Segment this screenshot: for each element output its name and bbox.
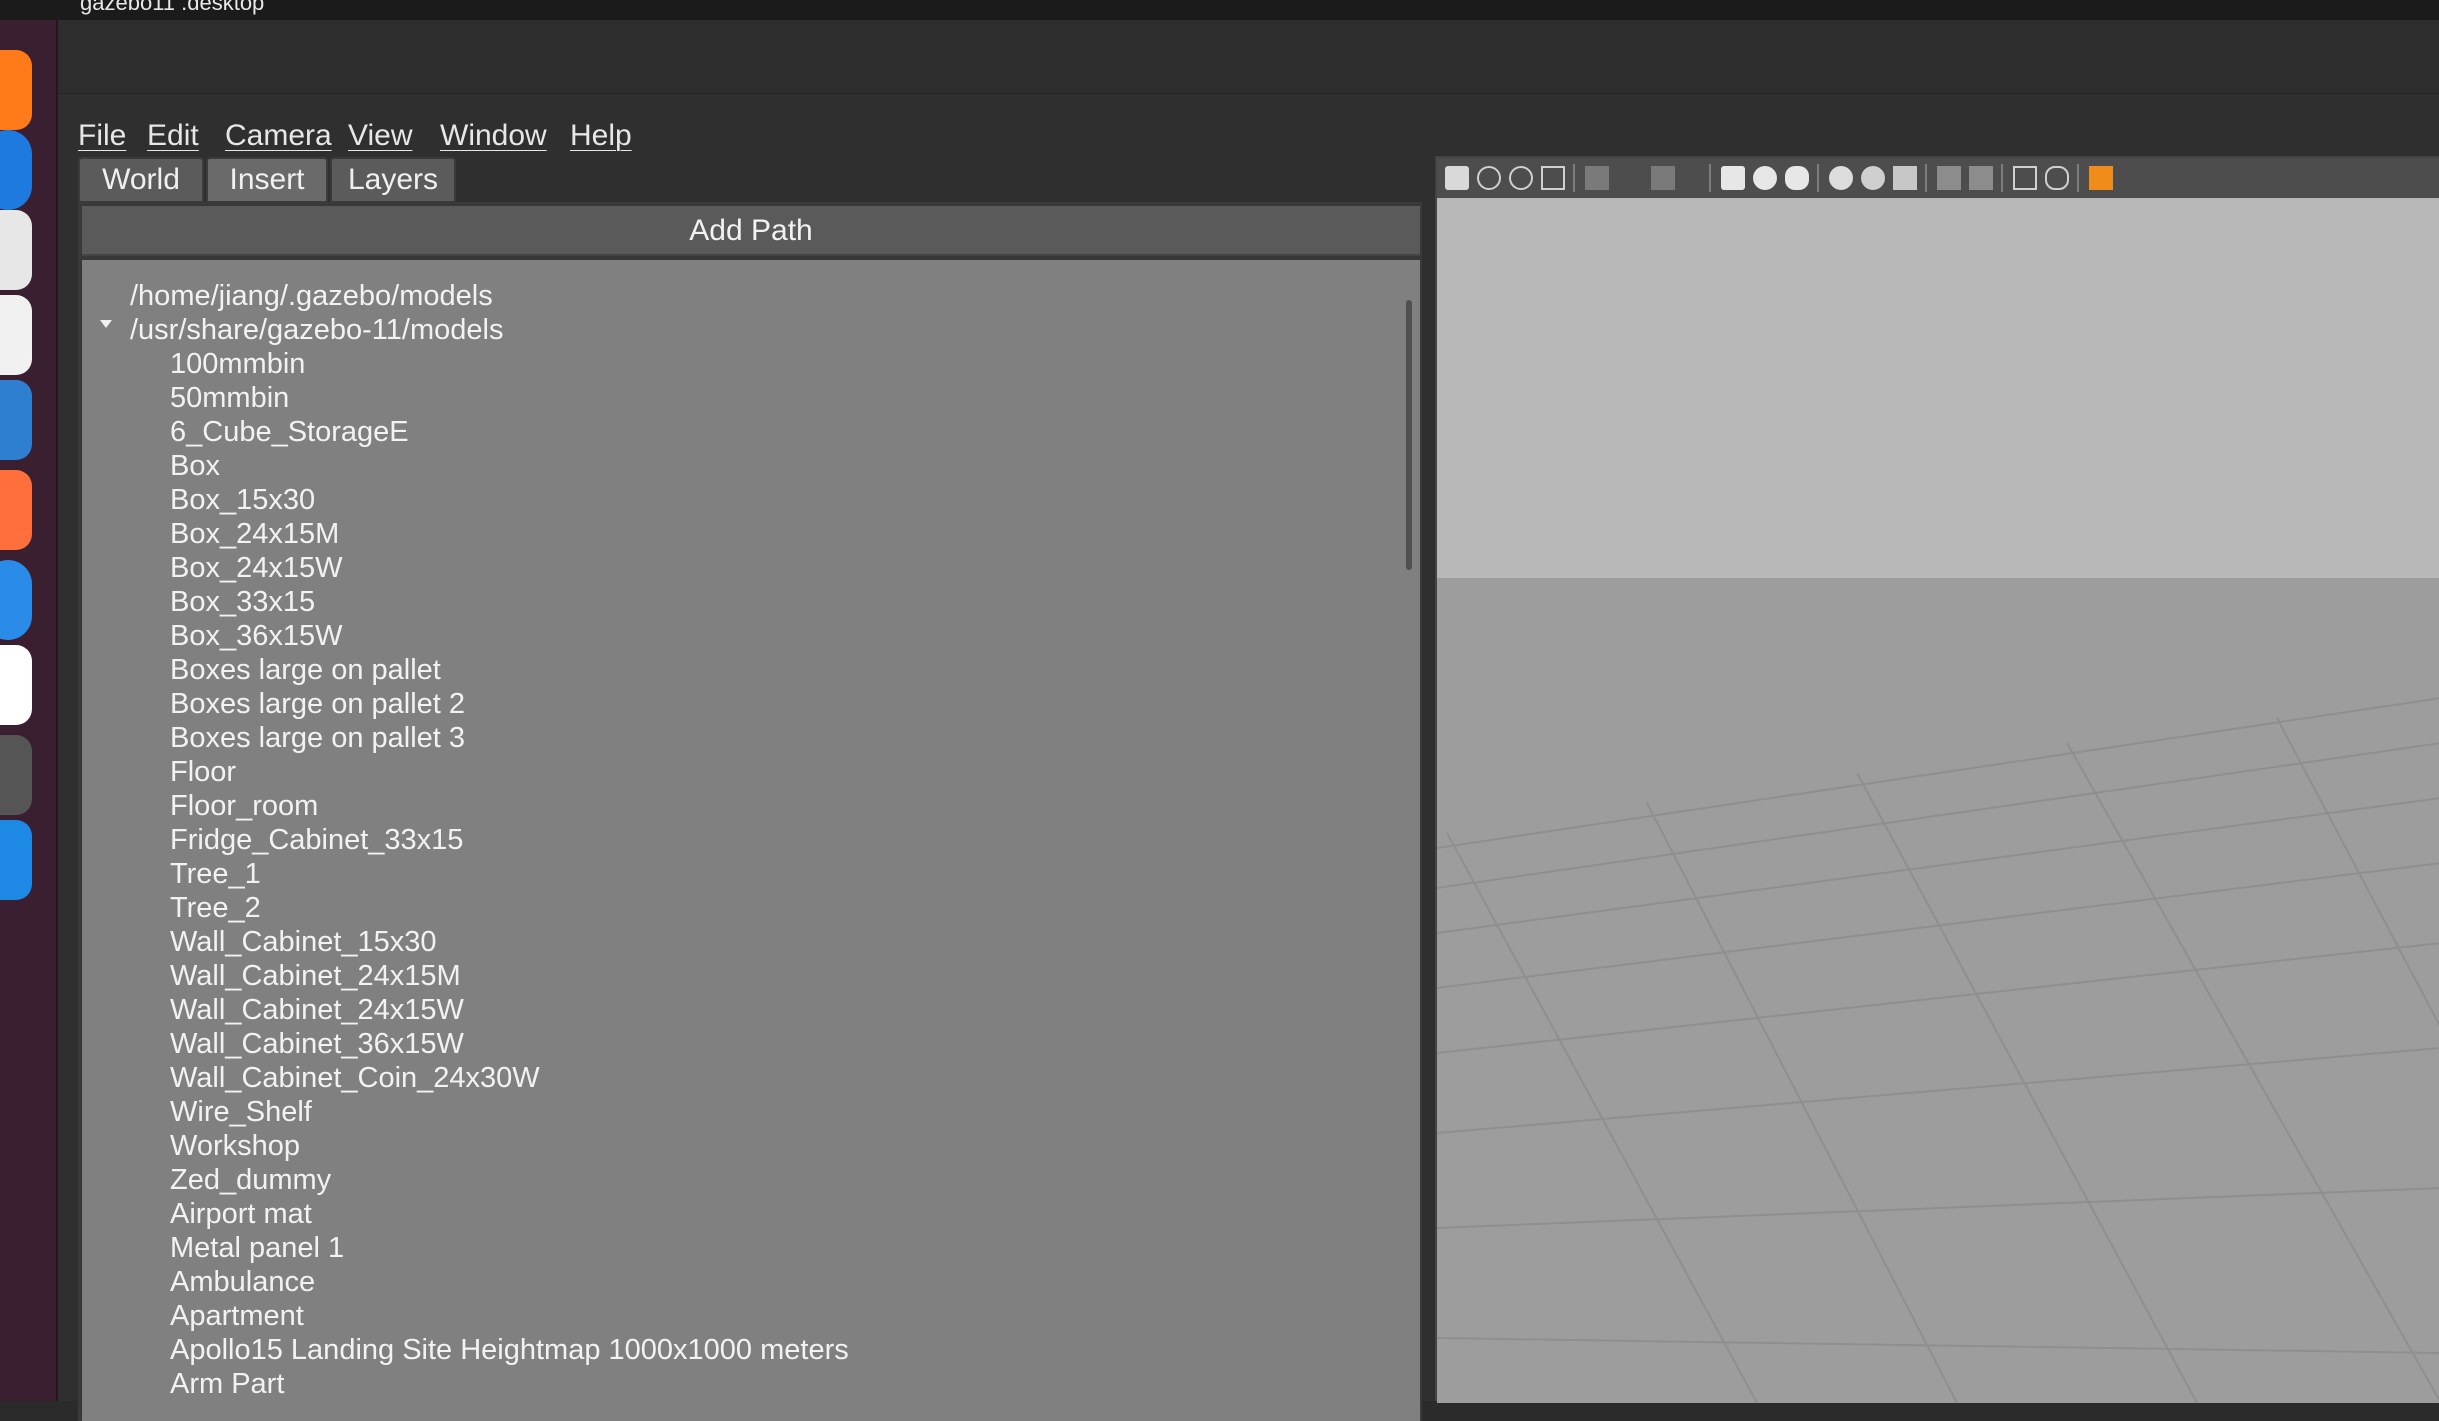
translate-icon[interactable] bbox=[1477, 166, 1501, 190]
ubuntu-dock bbox=[0, 20, 58, 1401]
undo-icon[interactable] bbox=[1585, 166, 1609, 190]
firefox-icon[interactable] bbox=[0, 50, 32, 130]
model-item[interactable]: Wall_Cabinet_24x15M bbox=[170, 960, 461, 993]
toolbar-separator bbox=[1925, 164, 1927, 192]
insert-panel: Add Path /home/jiang/.gazebo/models /usr… bbox=[78, 202, 1422, 1421]
snap-icon[interactable] bbox=[2045, 166, 2069, 190]
model-item[interactable]: Ambulance bbox=[170, 1266, 315, 1299]
path-item[interactable]: /home/jiang/.gazebo/models bbox=[130, 280, 493, 313]
rhythmbox-icon[interactable] bbox=[0, 295, 32, 375]
menu-edit[interactable]: Edit bbox=[147, 119, 199, 153]
viewport-ground bbox=[1436, 578, 2439, 1404]
copy-icon[interactable] bbox=[1937, 166, 1961, 190]
model-item[interactable]: Box bbox=[170, 450, 220, 483]
model-item[interactable]: Wall_Cabinet_24x15W bbox=[170, 994, 464, 1027]
align-icon[interactable] bbox=[2013, 166, 2037, 190]
toolbar-separator bbox=[2001, 164, 2003, 192]
model-item[interactable]: Boxes large on pallet 2 bbox=[170, 688, 465, 721]
model-item[interactable]: Box_33x15 bbox=[170, 586, 315, 619]
model-item[interactable]: Fridge_Cabinet_33x15 bbox=[170, 824, 463, 857]
model-item[interactable]: 6_Cube_StorageE bbox=[170, 416, 409, 449]
spot-light-icon[interactable] bbox=[1861, 166, 1885, 190]
path-item[interactable]: /usr/share/gazebo-11/models bbox=[130, 314, 503, 347]
model-item[interactable]: Apollo15 Landing Site Heightmap 1000x100… bbox=[170, 1334, 849, 1367]
model-item[interactable]: Tree_2 bbox=[170, 892, 261, 925]
files-icon[interactable] bbox=[0, 210, 32, 290]
model-item[interactable]: Wall_Cabinet_15x30 bbox=[170, 926, 437, 959]
software-icon[interactable] bbox=[0, 470, 32, 550]
toolbar-separator bbox=[2077, 164, 2079, 192]
scale-icon[interactable] bbox=[1541, 166, 1565, 190]
model-item[interactable]: Zed_dummy bbox=[170, 1164, 331, 1197]
model-item[interactable]: Floor_room bbox=[170, 790, 318, 823]
model-item[interactable]: Airport mat bbox=[170, 1198, 312, 1231]
toolbar-separator bbox=[1573, 164, 1575, 192]
window-title: gazebo11 .desktop bbox=[80, 0, 265, 15]
tab-layers[interactable]: Layers bbox=[330, 157, 456, 203]
model-item[interactable]: Box_36x15W bbox=[170, 620, 343, 653]
menu-camera[interactable]: Camera bbox=[225, 119, 332, 153]
model-item[interactable]: Wall_Cabinet_Coin_24x30W bbox=[170, 1062, 540, 1095]
writer-icon[interactable] bbox=[0, 380, 32, 460]
3d-viewport[interactable] bbox=[1435, 156, 2439, 1404]
toolbar-separator bbox=[1817, 164, 1819, 192]
tree-scrollbar[interactable] bbox=[1406, 300, 1412, 570]
box-icon[interactable] bbox=[1721, 166, 1745, 190]
model-item[interactable]: 100mmbin bbox=[170, 348, 305, 381]
amazon-icon[interactable] bbox=[0, 645, 32, 725]
view-angle-icon[interactable] bbox=[2089, 166, 2113, 190]
sphere-icon[interactable] bbox=[1753, 166, 1777, 190]
menu-file[interactable]: File bbox=[78, 119, 126, 153]
toolbar-separator bbox=[1709, 164, 1711, 192]
model-item[interactable]: Workshop bbox=[170, 1130, 300, 1163]
paste-icon[interactable] bbox=[1969, 166, 1993, 190]
model-item[interactable]: Metal panel 1 bbox=[170, 1232, 344, 1265]
cylinder-icon[interactable] bbox=[1785, 166, 1809, 190]
rotate-icon[interactable] bbox=[1509, 166, 1533, 190]
menu-window[interactable]: Window bbox=[440, 119, 547, 153]
point-light-icon[interactable] bbox=[1829, 166, 1853, 190]
model-item[interactable]: Box_24x15W bbox=[170, 552, 343, 585]
model-item[interactable]: Apartment bbox=[170, 1300, 304, 1333]
expand-arrow-icon[interactable] bbox=[100, 320, 112, 328]
model-item[interactable]: Boxes large on pallet bbox=[170, 654, 441, 687]
directional-light-icon[interactable] bbox=[1893, 166, 1917, 190]
ground-grid bbox=[1436, 697, 2439, 1404]
app-icon[interactable] bbox=[0, 735, 32, 815]
model-item[interactable]: Wall_Cabinet_36x15W bbox=[170, 1028, 464, 1061]
system-top-bar: gazebo11 .desktop bbox=[0, 0, 2439, 20]
menu-view[interactable]: View bbox=[348, 119, 412, 153]
model-item[interactable]: Floor bbox=[170, 756, 236, 789]
model-tree[interactable]: /home/jiang/.gazebo/models /usr/share/ga… bbox=[82, 260, 1420, 1421]
model-item[interactable]: 50mmbin bbox=[170, 382, 289, 415]
gazebo-window: File Edit Camera View Window Help World … bbox=[58, 20, 2439, 1421]
select-icon[interactable] bbox=[1445, 166, 1469, 190]
viewport-toolbar bbox=[1437, 158, 2439, 198]
vscode-icon[interactable] bbox=[0, 820, 32, 900]
model-item[interactable]: Box_15x30 bbox=[170, 484, 315, 517]
model-item[interactable]: Tree_1 bbox=[170, 858, 261, 891]
thunderbird-icon[interactable] bbox=[0, 130, 32, 210]
model-item[interactable]: Boxes large on pallet 3 bbox=[170, 722, 465, 755]
window-header bbox=[58, 20, 2439, 94]
model-item[interactable]: Box_24x15M bbox=[170, 518, 339, 551]
tab-insert[interactable]: Insert bbox=[206, 157, 328, 203]
add-path-button[interactable]: Add Path bbox=[82, 206, 1420, 256]
redo-icon[interactable] bbox=[1651, 166, 1675, 190]
model-item[interactable]: Wire_Shelf bbox=[170, 1096, 312, 1129]
menu-help[interactable]: Help bbox=[570, 119, 632, 153]
tab-world[interactable]: World bbox=[78, 157, 204, 203]
model-item[interactable]: Arm Part bbox=[170, 1368, 284, 1401]
help-icon[interactable] bbox=[0, 560, 32, 640]
